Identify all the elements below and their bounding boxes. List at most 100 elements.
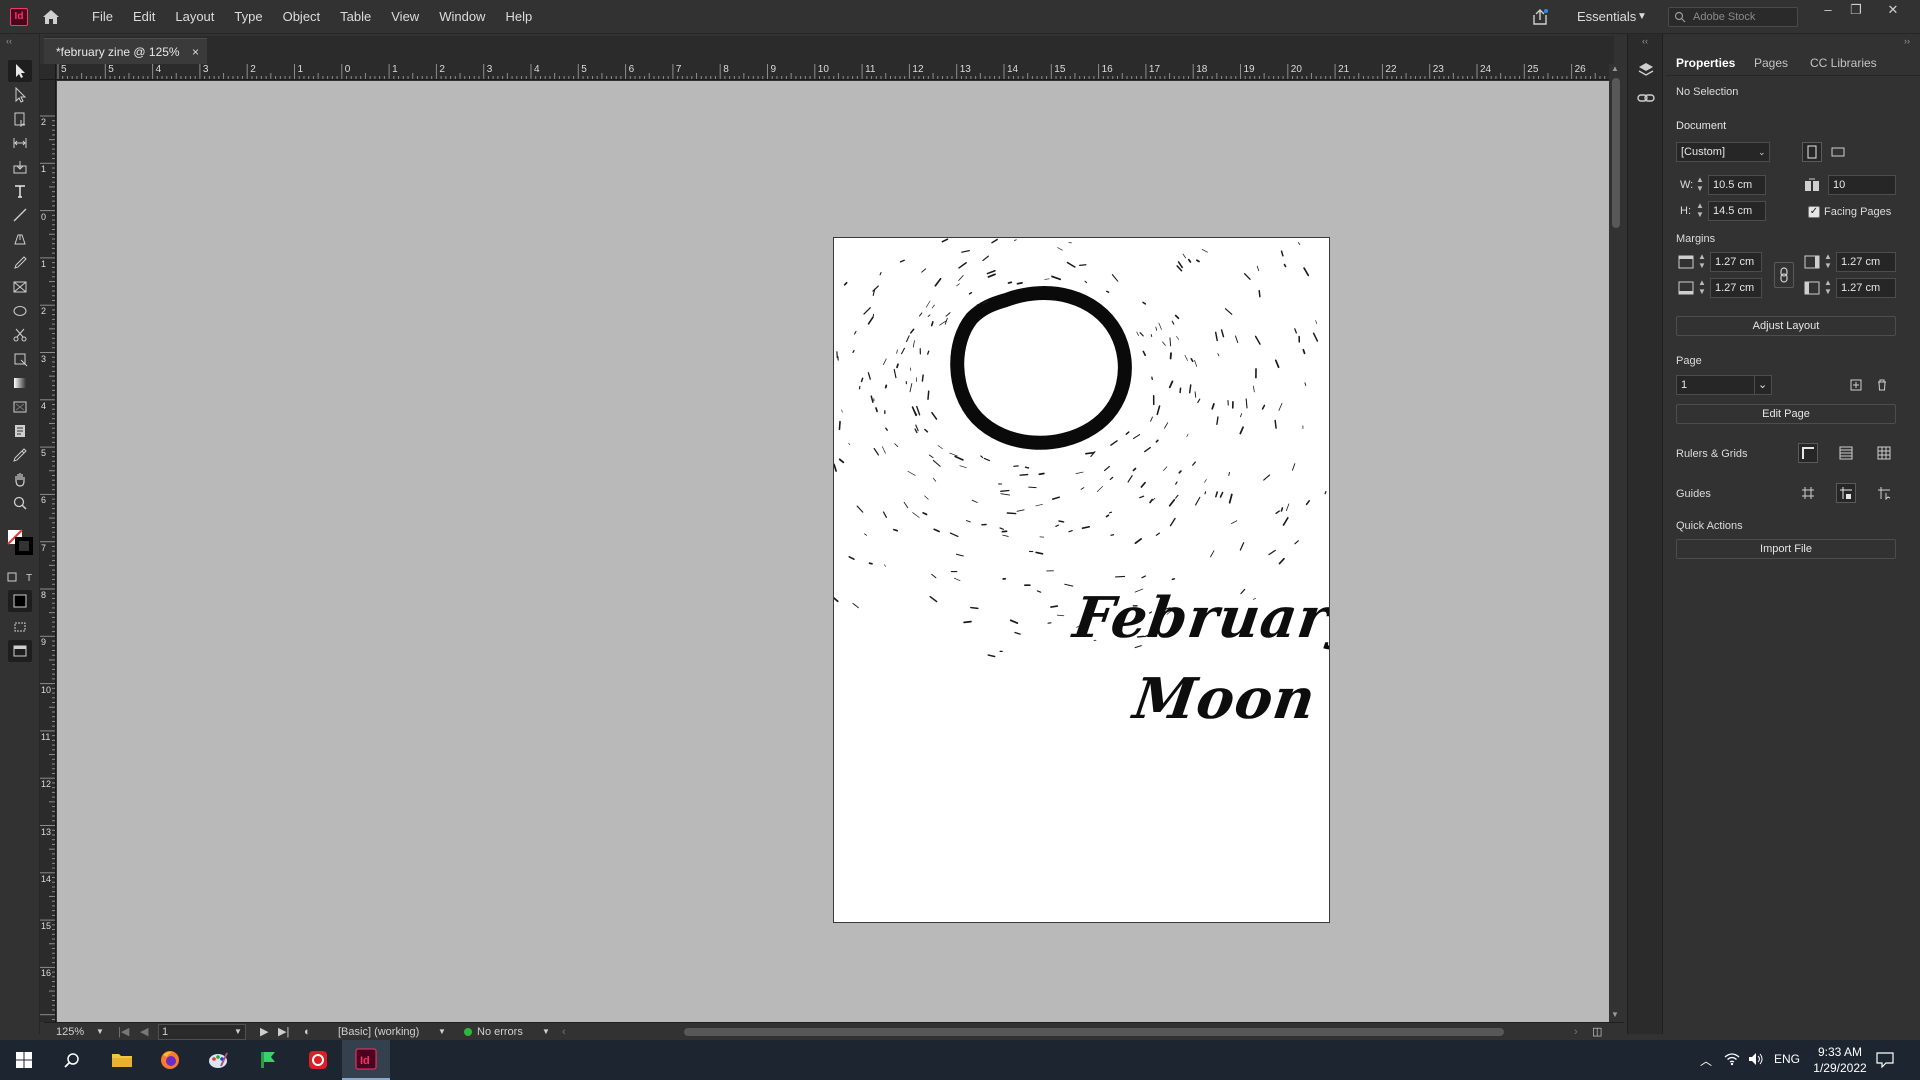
pasteboard[interactable]: February Moon (57, 81, 1609, 1022)
margin-outside-stepper-icon[interactable]: ▲ ▼ (1822, 278, 1834, 298)
vertical-scrollbar[interactable]: ▲ ▼ (1609, 64, 1623, 1022)
file-explorer-icon[interactable] (98, 1040, 146, 1080)
previous-page-icon[interactable]: ◀ (140, 1023, 148, 1041)
indesign-taskbar-icon[interactable]: Id (342, 1040, 390, 1080)
menu-edit[interactable]: Edit (123, 0, 165, 34)
show-guides-icon[interactable] (1798, 483, 1818, 503)
margin-top-stepper-icon[interactable]: ▲ ▼ (1696, 252, 1708, 272)
view-mode-icon[interactable] (8, 640, 32, 662)
page-select[interactable]: 1 (1676, 375, 1756, 395)
profile-dropdown-icon[interactable]: ▼ (438, 1023, 446, 1041)
pencil-tool-icon[interactable] (8, 252, 32, 274)
preflight-status[interactable]: No errors (464, 1023, 523, 1041)
vertical-ruler[interactable]: 2 1 0 1 2 3 4 5 6 7 8 9 10 11 12 13 14 15 16 (40, 80, 56, 1022)
ruler-origin[interactable] (40, 64, 56, 80)
scroll-right-icon[interactable]: › (1574, 1023, 1578, 1041)
adjust-layout-button[interactable]: Adjust Layout (1676, 316, 1896, 336)
menu-table[interactable]: Table (330, 0, 381, 34)
notifications-icon[interactable] (1876, 1052, 1894, 1071)
page-count-field[interactable]: 10 (1828, 175, 1896, 195)
collapse-properties-icon[interactable]: ›› (1904, 36, 1910, 46)
system-clock[interactable]: 9:33 AM 1/29/2022 (1800, 1044, 1880, 1076)
page-select-dropdown-icon[interactable]: ⌄ (1754, 375, 1772, 395)
document-preset-select[interactable]: [Custom] (1676, 142, 1770, 162)
smart-guides-icon[interactable] (1874, 483, 1894, 503)
document-tab[interactable]: *february zine @ 125% × (44, 38, 207, 64)
zoom-dropdown-icon[interactable]: ▼ (96, 1023, 104, 1041)
links-icon[interactable] (1636, 88, 1656, 108)
apply-color-icon[interactable] (8, 590, 32, 612)
creative-cloud-icon[interactable] (294, 1040, 342, 1080)
input-language[interactable]: ENG (1774, 1052, 1800, 1066)
menu-file[interactable]: File (82, 0, 123, 34)
scissors-tool-icon[interactable] (8, 324, 32, 346)
rectangle-frame-tool-icon[interactable] (8, 276, 32, 298)
next-page-icon[interactable]: ▶ (260, 1023, 268, 1041)
baseline-grid-icon[interactable] (1836, 443, 1856, 463)
height-stepper-icon[interactable]: ▲ ▼ (1694, 201, 1706, 221)
import-file-button[interactable]: Import File (1676, 539, 1896, 559)
home-icon[interactable] (41, 8, 61, 26)
edit-page-button[interactable]: Edit Page (1676, 404, 1896, 424)
preset-dropdown-icon[interactable]: ⌄ (1758, 147, 1766, 158)
gradient-tool-icon[interactable] (8, 372, 32, 394)
lock-guides-icon[interactable] (1836, 483, 1856, 503)
stock-search-input[interactable] (1693, 9, 1793, 25)
screen-mode-icon[interactable] (8, 616, 32, 638)
facing-pages-checkbox[interactable]: ✓ (1808, 206, 1820, 218)
page-tool-icon[interactable] (8, 108, 32, 130)
menu-type[interactable]: Type (224, 0, 272, 34)
collapse-panel-icon[interactable]: ‹‹ (6, 36, 12, 46)
split-window-icon[interactable]: ◫ (1592, 1023, 1602, 1041)
collapse-icons-icon[interactable]: ‹‹ (1642, 36, 1648, 46)
pen-tool-icon[interactable] (8, 228, 32, 250)
content-collector-tool-icon[interactable] (8, 156, 32, 178)
scroll-down-icon[interactable]: ▼ (1611, 1010, 1619, 1019)
height-field[interactable]: 14.5 cm (1708, 201, 1766, 221)
show-hidden-icons-icon[interactable]: ︿ (1700, 1052, 1712, 1069)
ellipse-tool-icon[interactable] (8, 300, 32, 322)
free-transform-tool-icon[interactable] (8, 348, 32, 370)
note-tool-icon[interactable] (8, 420, 32, 442)
share-icon[interactable] (1530, 7, 1550, 27)
document-page[interactable]: February Moon (833, 237, 1330, 923)
formatting-container-icon[interactable]: T (4, 566, 38, 588)
margin-top-field[interactable]: 1.27 cm (1710, 252, 1762, 272)
chevron-down-icon[interactable]: ▼ (1637, 0, 1647, 34)
portrait-orientation-icon[interactable] (1802, 142, 1822, 162)
gap-tool-icon[interactable] (8, 132, 32, 154)
last-page-icon[interactable]: ▶| (278, 1023, 289, 1041)
menu-object[interactable]: Object (273, 0, 331, 34)
windows-start-icon[interactable] (0, 1040, 48, 1080)
zoom-level[interactable]: 125% (56, 1023, 84, 1041)
menu-view[interactable]: View (381, 0, 429, 34)
line-tool-icon[interactable] (8, 204, 32, 226)
width-stepper-icon[interactable]: ▲ ▼ (1694, 175, 1706, 195)
margin-inside-stepper-icon[interactable]: ▲ ▼ (1822, 252, 1834, 272)
fill-stroke-swatch-icon[interactable] (6, 528, 34, 556)
type-tool-icon[interactable] (8, 180, 32, 202)
minimize-icon[interactable]: – (1813, 0, 1843, 20)
gradient-feather-tool-icon[interactable] (8, 396, 32, 418)
add-page-icon[interactable] (1846, 375, 1866, 395)
firefox-icon[interactable] (146, 1040, 194, 1080)
scroll-up-icon[interactable]: ▲ (1611, 64, 1619, 73)
paint-app-icon[interactable] (194, 1040, 242, 1080)
document-grid-icon[interactable] (1874, 443, 1894, 463)
open-document-icon[interactable]: ◐ (304, 1023, 311, 1041)
landscape-orientation-icon[interactable] (1828, 142, 1848, 162)
workspace-switcher[interactable]: Essentials (1577, 0, 1636, 34)
menu-layout[interactable]: Layout (165, 0, 224, 34)
adobe-stock-search[interactable] (1668, 7, 1798, 27)
page-number-field[interactable]: 1 (158, 1024, 246, 1040)
link-margins-icon[interactable] (1774, 262, 1794, 288)
restore-icon[interactable]: ❐ (1841, 0, 1871, 20)
scroll-left-icon[interactable]: ‹ (562, 1023, 566, 1041)
width-field[interactable]: 10.5 cm (1708, 175, 1766, 195)
wifi-icon[interactable] (1724, 1052, 1740, 1069)
preflight-dropdown-icon[interactable]: ▼ (542, 1023, 550, 1041)
margin-outside-field[interactable]: 1.27 cm (1836, 278, 1896, 298)
page-title-line-2[interactable]: Moon (1129, 666, 1320, 732)
selection-tool-icon[interactable] (8, 60, 32, 82)
margin-bottom-field[interactable]: 1.27 cm (1710, 278, 1762, 298)
